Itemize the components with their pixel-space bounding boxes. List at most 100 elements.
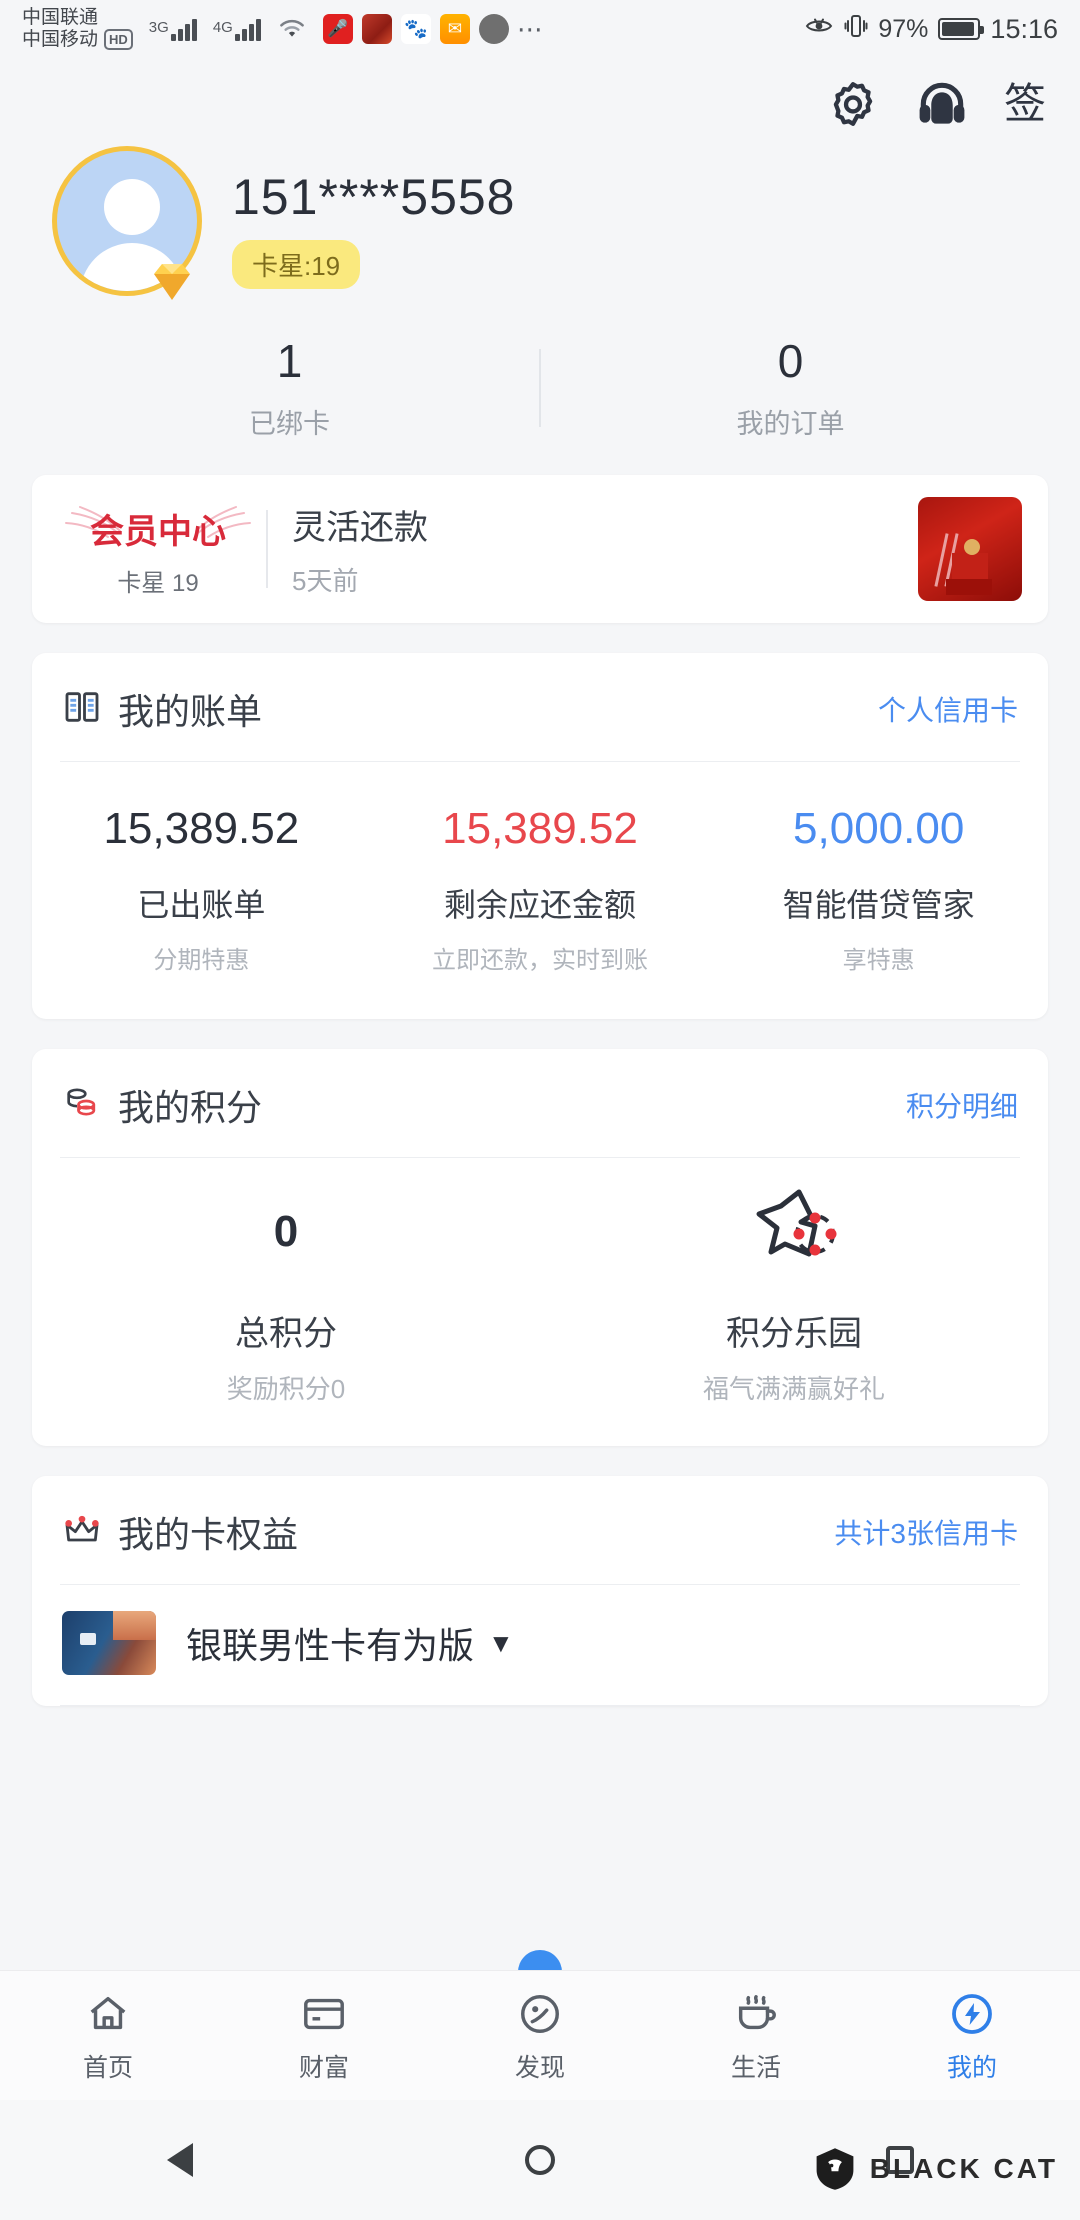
battery-icon — [938, 18, 985, 40]
app-screen: 中国联通 中国移动 HD 3G 4G 🎤 🐾 ✉ ⋯ 97% 15:16 签 1… — [0, 0, 1080, 2220]
tab-life[interactable]: 生活 — [648, 1988, 864, 2084]
stat-my-orders[interactable]: 0 我的订单 — [541, 334, 1040, 441]
tab-label: 首页 — [82, 2053, 133, 2082]
festival-app-icon — [361, 14, 392, 44]
home-circle-icon[interactable] — [360, 2145, 720, 2175]
bill-amount: 5,000.00 — [793, 804, 965, 853]
carrier-info: 中国联通 中国移动 HD — [22, 7, 133, 51]
stat-value: 1 — [276, 335, 303, 387]
total-cards-link[interactable]: 共计3张信用卡 — [834, 1512, 1018, 1552]
points-columns: 0 总积分 奖励积分0 积分乐园 福气满满赢好礼 — [32, 1158, 1048, 1446]
signal-1: 3G — [149, 17, 197, 41]
promo-thumbnail-icon[interactable] — [918, 497, 1022, 601]
bill-columns: 15,389.52 已出账单 分期特惠 15,389.52 剩余应还金额 立即还… — [32, 762, 1048, 1019]
profile-section: 151****5558 卡星:19 — [0, 136, 1080, 300]
baidu-icon: 🐾 — [400, 14, 431, 44]
gear-icon[interactable] — [826, 77, 880, 131]
points-total[interactable]: 0 总积分 奖励积分0 — [32, 1192, 540, 1406]
bottom-tab-bar: 首页 财富 发现 生活 我的 — [0, 1970, 1080, 2100]
card-rights-card: 我的卡权益 共计3张信用卡 银联男性卡有为版 ▼ — [32, 1476, 1048, 1706]
stat-label: 已绑卡 — [249, 409, 330, 439]
member-activity-time: 5天前 — [292, 566, 359, 596]
battery-percent-label: 97% — [878, 14, 929, 43]
coffee-cup-icon — [648, 1988, 864, 2040]
carrier-2-label: 中国移动 — [22, 29, 99, 50]
diamond-badge-icon — [154, 264, 190, 300]
chat-icon — [478, 14, 509, 44]
points-total-desc: 奖励积分0 — [226, 1374, 346, 1404]
member-center-card[interactable]: 会员中心 卡星 19 灵活还款 5天前 — [32, 475, 1048, 623]
signal-bars-2-icon — [234, 17, 261, 41]
stat-label: 我的订单 — [736, 409, 845, 439]
personal-credit-card-link[interactable]: 个人信用卡 — [878, 689, 1018, 729]
tab-discover[interactable]: 发现 — [432, 1988, 648, 2084]
chevron-down-icon[interactable]: ▼ — [488, 1628, 514, 1659]
bill-header: 我的账单 个人信用卡 — [32, 653, 1048, 761]
points-detail-link[interactable]: 积分明细 — [906, 1085, 1018, 1125]
credit-card-thumbnail-icon — [62, 1611, 156, 1675]
compass-icon — [432, 1988, 648, 2040]
hd-badge: HD — [104, 29, 133, 51]
bill-title: 我的账单 — [118, 691, 263, 732]
home-icon — [0, 1988, 216, 2040]
stat-value: 0 — [777, 335, 804, 387]
profile-lightning-icon — [864, 1988, 1080, 2040]
my-points-card: 我的积分 积分明细 0 总积分 奖励积分0 积分乐园 福气满满赢好礼 — [32, 1049, 1048, 1446]
member-logo: 会员中心 卡星 19 — [58, 501, 258, 598]
member-activity-title: 灵活还款 — [292, 509, 428, 547]
header-actions: 签 — [0, 58, 1080, 136]
bill-name: 剩余应还金额 — [444, 887, 637, 923]
points-total-value: 0 — [273, 1207, 299, 1256]
member-level-label: 卡星 19 — [117, 569, 199, 597]
points-park[interactable]: 积分乐园 福气满满赢好礼 — [540, 1189, 1048, 1406]
wallet-card-icon — [216, 1988, 432, 2040]
card-rights-title: 我的卡权益 — [118, 1514, 299, 1555]
headset-icon[interactable] — [914, 76, 970, 132]
tab-label: 生活 — [730, 2053, 781, 2082]
my-bill-card: 我的账单 个人信用卡 15,389.52 已出账单 分期特惠 15,389.52… — [32, 653, 1048, 1019]
signal-2: 4G — [213, 17, 261, 41]
points-header: 我的积分 积分明细 — [32, 1049, 1048, 1157]
ledger-book-icon — [62, 687, 102, 732]
tab-home[interactable]: 首页 — [0, 1988, 216, 2084]
black-cat-logo — [816, 2148, 854, 2190]
bill-name: 已出账单 — [137, 887, 266, 923]
stat-bound-cards[interactable]: 1 已绑卡 — [40, 334, 539, 441]
carrier-1-label: 中国联通 — [22, 7, 99, 29]
tab-wealth[interactable]: 财富 — [216, 1988, 432, 2084]
bill-desc: 分期特惠 — [153, 947, 250, 974]
tab-label: 发现 — [514, 2053, 565, 2082]
bill-amount: 15,389.52 — [103, 804, 300, 853]
clock-label: 15:16 — [990, 13, 1058, 44]
bill-desc: 立即还款，实时到账 — [432, 947, 648, 974]
member-wings-icon: 会员中心 — [58, 501, 258, 559]
credit-card-row[interactable]: 银联男性卡有为版 ▼ — [32, 1585, 1048, 1705]
bill-col-loan-manager[interactable]: 5,000.00 智能借贷管家 享特惠 — [709, 804, 1048, 975]
credit-card-name: 银联男性卡有为版 — [186, 1625, 475, 1666]
bill-col-remaining[interactable]: 15,389.52 剩余应还金额 立即还款，实时到账 — [371, 804, 710, 975]
status-right: 97% 15:16 — [804, 13, 1058, 46]
signal-bars-1-icon — [170, 17, 197, 41]
phone-number-label: 151****5558 — [232, 169, 516, 225]
bill-name: 智能借贷管家 — [782, 887, 975, 923]
points-park-label: 积分乐园 — [726, 1315, 862, 1353]
tab-mine[interactable]: 我的 — [864, 1988, 1080, 2084]
watermark: BLACK CAT — [812, 2146, 1058, 2192]
star-level-badge[interactable]: 卡星:19 — [232, 240, 361, 289]
sign-in-button[interactable]: 签 — [1004, 83, 1046, 125]
bill-col-issued[interactable]: 15,389.52 已出账单 分期特惠 — [32, 804, 371, 975]
avatar[interactable] — [52, 146, 202, 300]
eye-comfort-icon — [804, 15, 834, 43]
microphone-icon: 🎤 — [322, 14, 353, 44]
bill-desc: 享特惠 — [842, 947, 915, 974]
mail-icon: ✉ — [439, 14, 470, 44]
vibrate-icon — [844, 13, 868, 46]
tab-label: 我的 — [946, 2053, 997, 2082]
points-park-desc: 福气满满赢好礼 — [702, 1374, 885, 1404]
svg-text:会员中心: 会员中心 — [90, 513, 226, 551]
points-title: 我的积分 — [118, 1087, 263, 1128]
card-rights-header: 我的卡权益 共计3张信用卡 — [32, 1476, 1048, 1584]
crown-icon — [62, 1510, 102, 1555]
back-triangle-icon[interactable] — [0, 2143, 360, 2177]
status-bar: 中国联通 中国移动 HD 3G 4G 🎤 🐾 ✉ ⋯ 97% 15:16 — [0, 0, 1080, 58]
